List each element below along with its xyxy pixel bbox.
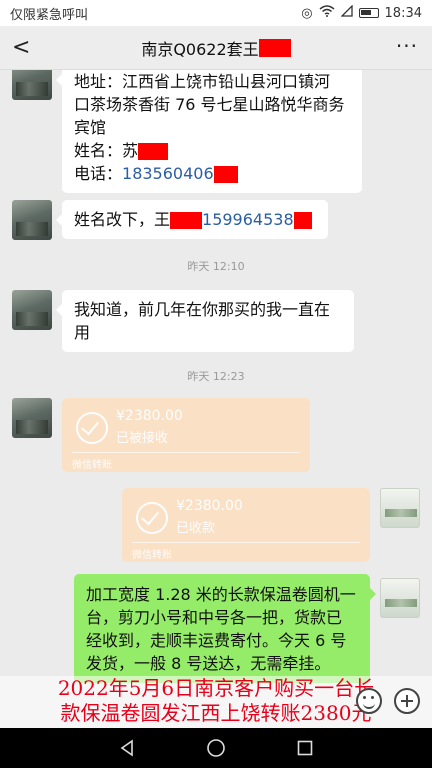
redaction-mark <box>213 166 238 183</box>
redaction-mark <box>138 143 169 160</box>
avatar[interactable] <box>12 290 52 330</box>
circle-home-icon[interactable] <box>206 738 226 758</box>
redaction-mark <box>293 212 312 229</box>
address-line: 口茶场茶香街 76 号七星山路悦华商务 <box>74 95 345 114</box>
eye-icon: ◎ <box>301 5 313 21</box>
back-button[interactable]: < <box>12 34 38 62</box>
redaction-mark <box>258 38 291 57</box>
clock-text: 18:34 <box>384 5 422 21</box>
avatar[interactable] <box>12 200 52 240</box>
chat-header: < 南京Q0622套王 ··· <box>0 26 432 70</box>
signal-icon <box>339 4 353 21</box>
smiley-icon[interactable] <box>356 688 382 714</box>
triangle-back-icon[interactable] <box>118 739 136 757</box>
avatar-self[interactable] <box>380 578 420 618</box>
timestamp: 昨天 12:23 <box>187 370 245 383</box>
message-text: 用 <box>74 323 91 342</box>
transfer-amount: ¥2380.00 <box>176 498 243 514</box>
phone-line: 电话：183560406 <box>74 162 350 185</box>
avatar[interactable] <box>12 70 52 100</box>
message-bubble-self[interactable]: 加工宽度 1.28 米的长款保温卷圆机一 台，剪刀小号和中号各一把，货款已 经收… <box>74 574 376 683</box>
carrier-text: 仅限紧急呼叫 <box>10 7 89 23</box>
battery-icon <box>358 8 379 18</box>
transfer-label: 微信转账 <box>72 460 112 471</box>
transfer-status: 已收款 <box>176 521 216 536</box>
message-text: 经收到，走顺丰运费寄付。今天 6 号 <box>86 631 347 650</box>
plus-circle-icon[interactable] <box>394 688 420 714</box>
avatar-self[interactable] <box>380 488 420 528</box>
address-line: 地址：江西省上饶市铅山县河口镇河 <box>74 72 331 91</box>
transfer-card[interactable]: ¥2380.00 已收款 微信转账 <box>122 488 370 562</box>
address-line: 宾馆 <box>74 118 107 137</box>
message-text: 加工宽度 1.28 米的长款保温卷圆机一 <box>86 585 356 604</box>
message-bubble-address[interactable]: 地址：江西省上饶市铅山县河口镇河 口茶场茶香街 76 号七星山路悦华商务 宾馆 … <box>56 70 362 193</box>
message-text: 我知道，前几年在你那买的我一直在 <box>74 300 331 319</box>
transfer-status: 已被接收 <box>116 431 169 446</box>
more-button[interactable]: ··· <box>396 34 418 58</box>
timestamp: 昨天 12:10 <box>187 260 245 273</box>
chat-title: 南京Q0622套王 <box>141 36 291 60</box>
transfer-card[interactable]: ¥2380.00 已被接收 微信转账 <box>62 398 310 472</box>
wifi-icon <box>319 5 335 21</box>
message-text: 台，剪刀小号和中号各一把，货款已 <box>86 608 343 627</box>
name-line: 姓名：苏 <box>74 139 350 162</box>
redaction-mark <box>170 212 203 229</box>
square-recent-icon[interactable] <box>296 739 314 757</box>
transfer-label: 微信转账 <box>132 550 172 561</box>
chat-title-text: 南京Q0622套王 <box>141 39 259 59</box>
message-bubble[interactable]: 姓名改下，王 159964538 <box>56 200 328 239</box>
avatar[interactable] <box>12 398 52 438</box>
transfer-amount: ¥2380.00 <box>116 408 183 424</box>
system-nav-bar <box>0 728 432 768</box>
message-bubble[interactable]: 我知道，前几年在你那买的我一直在 用 <box>56 290 354 352</box>
chat-area[interactable]: 地址：江西省上饶市铅山县河口镇河 口茶场茶香街 76 号七星山路悦华商务 宾馆 … <box>0 70 432 728</box>
status-bar: 仅限紧急呼叫 ◎ 18:34 <box>0 0 432 26</box>
status-icons: ◎ 18:34 <box>301 4 422 21</box>
message-text: 发货，一般 8 号送达，无需牵挂。 <box>86 654 331 673</box>
